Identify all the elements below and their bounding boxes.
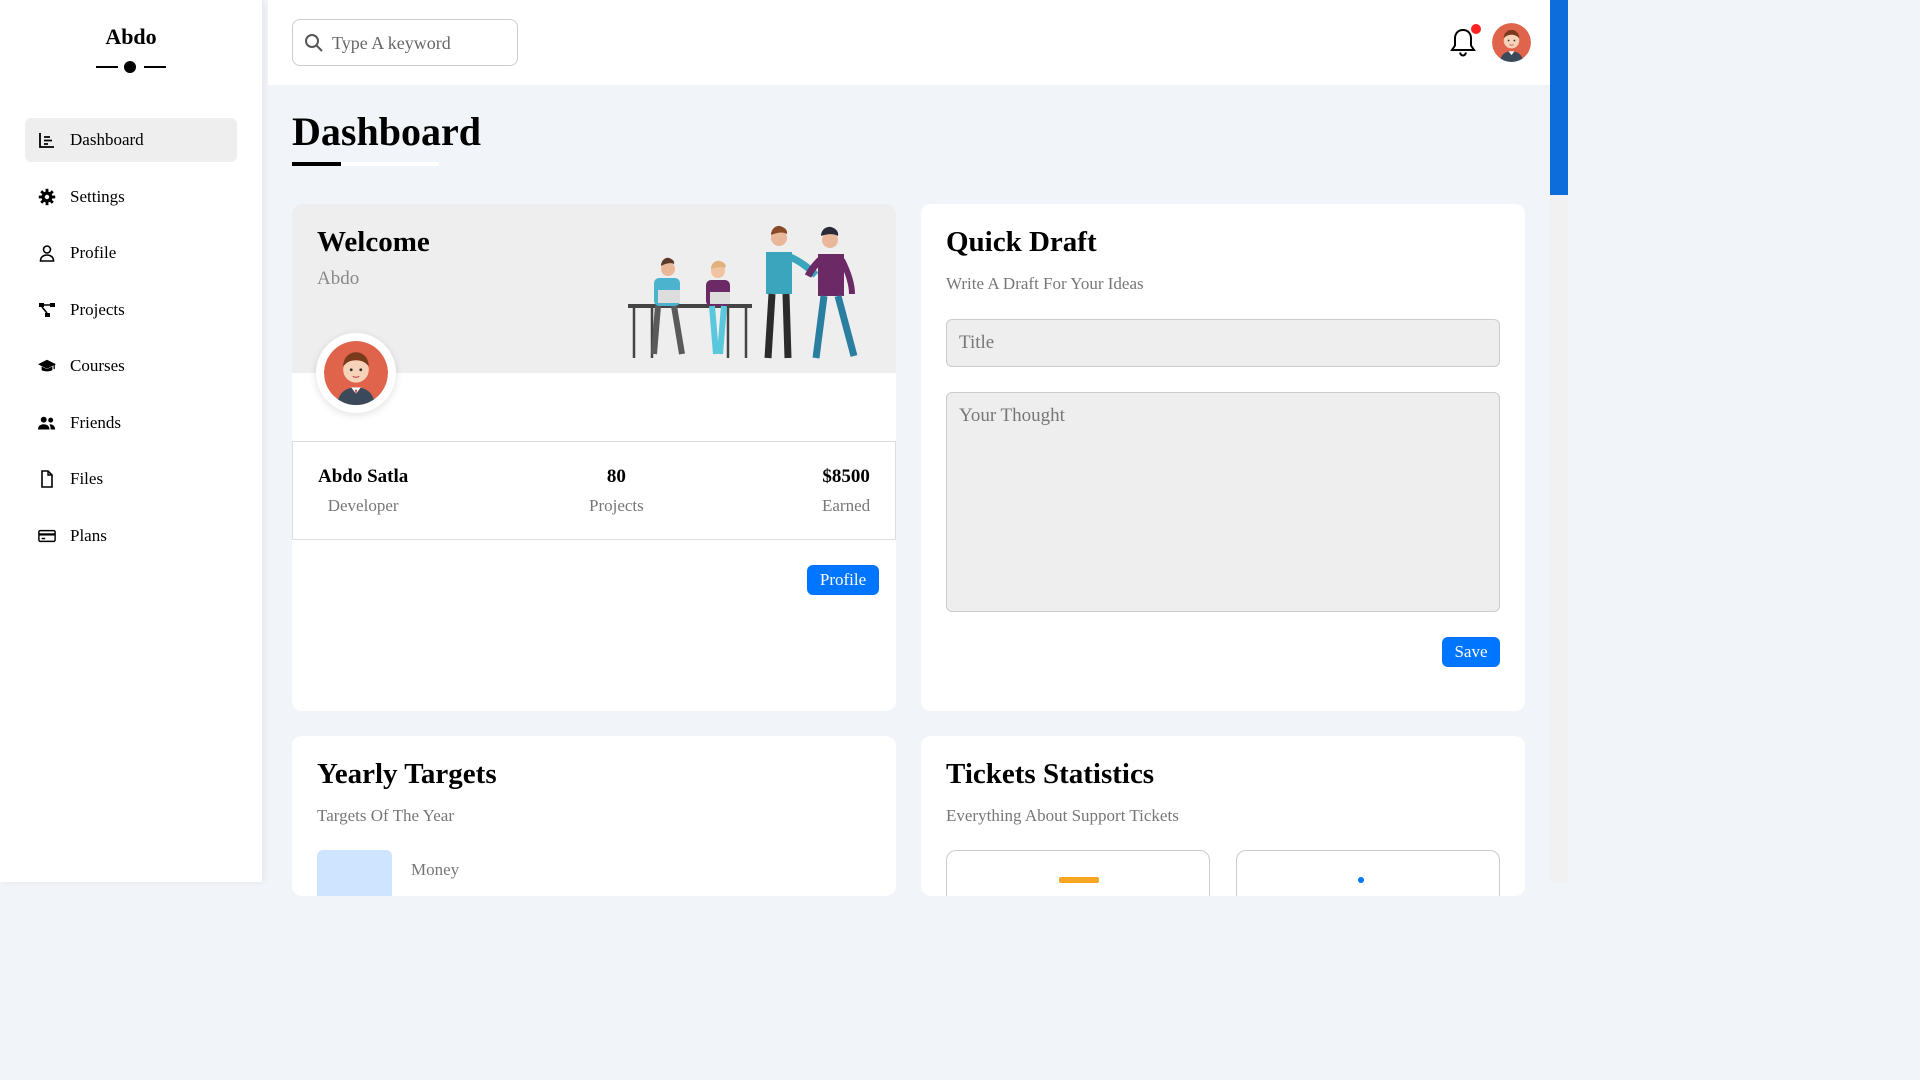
target-label: Money <box>411 860 460 879</box>
sidebar-item-label: Profile <box>70 243 117 262</box>
tickets-title: Tickets Statistics <box>946 758 1155 790</box>
stat-label: Developer <box>327 496 399 515</box>
ticket-stat-box <box>1236 850 1500 896</box>
user-icon <box>37 243 57 263</box>
scrollbar-thumb[interactable] <box>1550 0 1568 195</box>
brand-mark <box>96 60 166 74</box>
stat-earned: $8500 Earned <box>822 466 870 516</box>
diagram-icon <box>37 300 57 320</box>
sidebar: Abdo Dashboard Settings Profile Projects… <box>0 0 262 882</box>
users-icon <box>37 413 57 433</box>
scrollbar[interactable] <box>1550 0 1568 882</box>
sidebar-item-courses[interactable]: Courses <box>25 344 237 388</box>
team-illustration <box>628 225 858 359</box>
welcome-card: Welcome Abdo Abdo Satla Developer 80 Pro… <box>292 204 896 711</box>
sidebar-item-label: Courses <box>70 356 125 375</box>
page-title: Dashboard <box>292 109 481 154</box>
money-icon-box <box>317 850 392 896</box>
tickets-statistics-card: Tickets Statistics Everything About Supp… <box>921 736 1525 896</box>
stat-label: Projects <box>589 496 644 515</box>
sidebar-item-profile[interactable]: Profile <box>25 231 237 275</box>
stat-value: 80 <box>606 466 626 487</box>
graduation-cap-icon <box>37 356 57 376</box>
sidebar-item-dashboard[interactable]: Dashboard <box>25 118 237 162</box>
notification-dot <box>1471 24 1481 34</box>
welcome-subtitle: Abdo <box>317 268 360 289</box>
sidebar-item-files[interactable]: Files <box>25 457 237 501</box>
sidebar-item-label: Settings <box>70 186 125 206</box>
sidebar-nav: Dashboard Settings Profile Projects Cour… <box>25 118 237 570</box>
ticket-icon <box>1059 877 1099 883</box>
brand-name: Abdo <box>105 24 157 49</box>
file-icon <box>37 469 57 489</box>
top-header <box>268 0 1550 85</box>
yearly-targets-card: Yearly Targets Targets Of The Year Money <box>292 736 896 896</box>
targets-title: Yearly Targets <box>317 758 497 790</box>
draft-subtitle: Write A Draft For Your Ideas <box>946 274 1144 293</box>
ticket-icon <box>1358 877 1364 883</box>
stat-name: Abdo Satla Developer <box>318 466 408 516</box>
ticket-stat-box <box>946 850 1210 896</box>
avatar[interactable] <box>1492 23 1531 62</box>
credit-card-icon <box>37 526 57 546</box>
quick-draft-card: Quick Draft Write A Draft For Your Ideas… <box>921 204 1525 711</box>
sidebar-item-label: Projects <box>70 299 125 319</box>
welcome-stats: Abdo Satla Developer 80 Projects $8500 E… <box>292 441 896 540</box>
sidebar-item-label: Friends <box>70 412 121 432</box>
stat-value: Abdo Satla <box>318 466 409 487</box>
search-input[interactable] <box>330 20 514 67</box>
draft-title: Quick Draft <box>946 226 1097 258</box>
sidebar-item-settings[interactable]: Settings <box>25 175 237 219</box>
targets-subtitle: Targets Of The Year <box>317 806 454 825</box>
sidebar-item-plans[interactable]: Plans <box>25 514 237 558</box>
draft-title-input[interactable] <box>946 319 1500 367</box>
chart-icon <box>37 130 57 150</box>
draft-thought-textarea[interactable] <box>946 392 1500 612</box>
tickets-subtitle: Everything About Support Tickets <box>946 806 1179 825</box>
stat-label: Earned <box>822 496 871 515</box>
welcome-avatar <box>316 333 396 413</box>
sidebar-item-label: Dashboard <box>70 130 144 149</box>
sidebar-item-label: Plans <box>70 525 107 545</box>
search-box[interactable] <box>292 19 518 67</box>
profile-button[interactable]: Profile <box>807 565 879 595</box>
welcome-title: Welcome <box>317 226 430 258</box>
sidebar-item-projects[interactable]: Projects <box>25 288 237 332</box>
stat-projects: 80 Projects <box>589 466 644 516</box>
sidebar-item-label: Files <box>70 469 104 488</box>
save-button[interactable]: Save <box>1442 637 1500 667</box>
sidebar-item-friends[interactable]: Friends <box>25 401 237 445</box>
gear-icon <box>37 187 57 207</box>
title-underline <box>292 162 341 166</box>
stat-value: $8500 <box>822 466 870 487</box>
search-icon <box>305 34 323 52</box>
